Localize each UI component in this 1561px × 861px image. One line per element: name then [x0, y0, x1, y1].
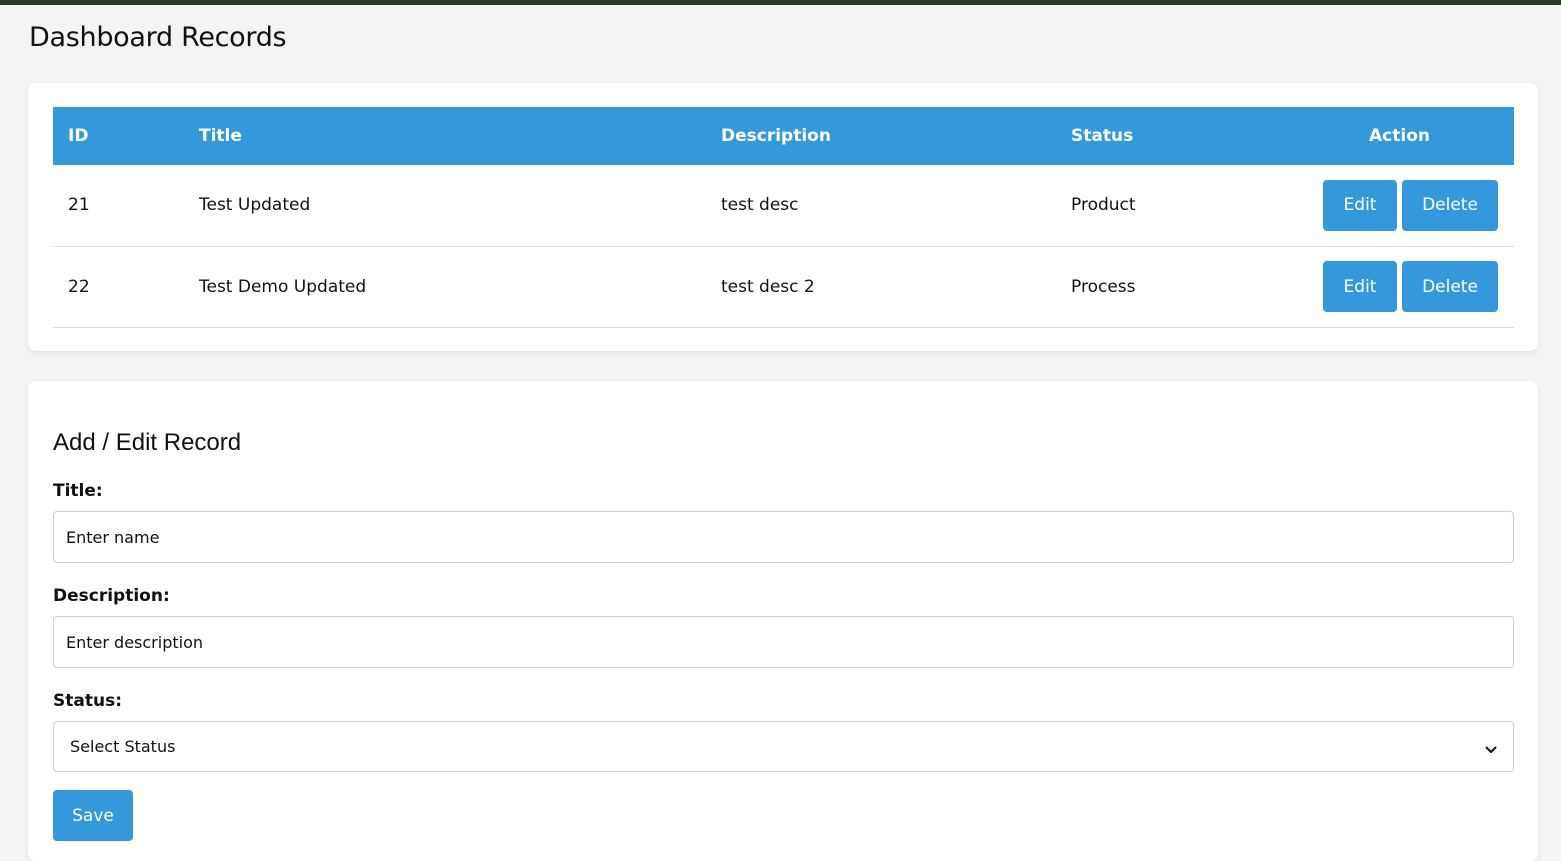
- delete-button[interactable]: Delete: [1402, 179, 1498, 231]
- top-accent-bar: [0, 0, 1561, 5]
- records-table: ID Title Description Status Action 21 Te…: [53, 107, 1514, 328]
- description-label: Description:: [53, 586, 170, 606]
- cell-status: Product: [1071, 195, 1136, 216]
- cell-title: Test Demo Updated: [199, 276, 367, 297]
- title-input[interactable]: [53, 511, 1514, 563]
- cell-description: test desc: [721, 195, 799, 216]
- form-heading: Add / Edit Record: [53, 429, 242, 456]
- column-header-action: Action: [1369, 126, 1430, 146]
- column-header-title: Title: [199, 126, 242, 146]
- status-select-value: Select Status: [70, 737, 176, 756]
- cell-description: test desc 2: [721, 276, 815, 297]
- save-button[interactable]: Save: [53, 790, 133, 841]
- table-header-row: ID Title Description Status Action: [53, 107, 1514, 165]
- table-row: 21 Test Updated test desc Product Edit De…: [53, 165, 1514, 246]
- chevron-down-icon: [1485, 741, 1497, 753]
- cell-actions: Edit Delete: [1285, 246, 1514, 327]
- column-header-status: Status: [1071, 126, 1134, 146]
- status-label: Status:: [53, 691, 122, 711]
- records-table-card: ID Title Description Status Action 21 Te…: [28, 83, 1538, 351]
- cell-title: Test Updated: [199, 195, 311, 216]
- column-header-description: Description: [721, 126, 831, 146]
- table-row: 22 Test Demo Updated test desc 2 Process…: [53, 246, 1514, 327]
- cell-actions: Edit Delete: [1285, 165, 1514, 246]
- delete-button[interactable]: Delete: [1402, 261, 1498, 312]
- edit-button[interactable]: Edit: [1323, 179, 1397, 231]
- status-select[interactable]: Select Status: [53, 721, 1514, 772]
- page-title: Dashboard Records: [29, 22, 287, 53]
- column-header-id: ID: [68, 126, 89, 146]
- record-form-card: Add / Edit Record Title: Description: St…: [28, 381, 1538, 861]
- title-label: Title:: [53, 481, 103, 501]
- cell-id: 21: [68, 195, 90, 216]
- description-input[interactable]: [53, 616, 1514, 668]
- edit-button[interactable]: Edit: [1323, 261, 1397, 312]
- cell-id: 22: [68, 276, 90, 297]
- cell-status: Process: [1071, 276, 1136, 297]
